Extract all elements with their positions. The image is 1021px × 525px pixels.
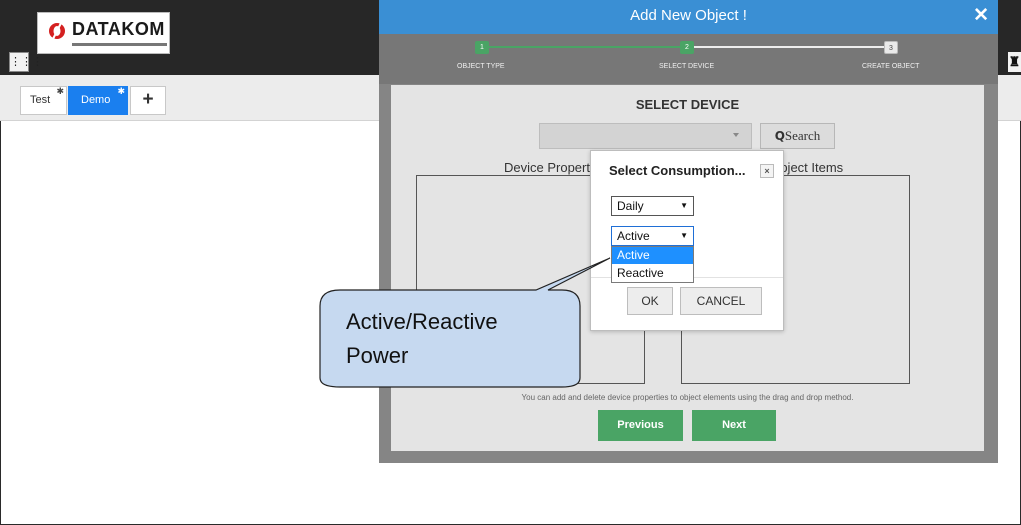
- step-3-marker: 3: [884, 41, 898, 54]
- step-connector: [694, 46, 890, 48]
- close-icon[interactable]: ×: [760, 164, 774, 178]
- previous-button[interactable]: Previous: [598, 410, 683, 441]
- ok-button[interactable]: OK: [627, 287, 673, 315]
- step-1-label: OBJECT TYPE: [457, 63, 505, 70]
- add-tab-button[interactable]: +: [130, 86, 166, 115]
- option-active[interactable]: Active: [612, 247, 693, 264]
- next-button[interactable]: Next: [692, 410, 776, 441]
- object-items-title: )bject Items: [776, 160, 844, 175]
- datakom-logo: DATAKOM: [37, 12, 170, 54]
- tab-test[interactable]: Test ✱: [20, 86, 67, 115]
- period-select[interactable]: Daily ▼: [611, 196, 694, 216]
- tab-label: Demo: [81, 94, 111, 106]
- step-2-marker: 2: [680, 41, 694, 54]
- user-icon[interactable]: ♜: [1008, 52, 1021, 72]
- consumption-type-options: Active Reactive: [611, 246, 694, 283]
- tab-demo[interactable]: Demo ✱: [68, 86, 128, 115]
- option-reactive[interactable]: Reactive: [612, 265, 693, 282]
- step-2-label: SELECT DEVICE: [659, 63, 715, 70]
- dialog-title: Select Consumption...: [609, 163, 746, 178]
- modal-header: Add New Object ! ✕: [379, 0, 998, 34]
- gear-icon[interactable]: ✱: [117, 85, 125, 97]
- chevron-down-icon: ▼: [680, 231, 688, 240]
- period-select-value: Daily: [617, 199, 644, 213]
- consumption-type-select[interactable]: Active ▼: [611, 226, 694, 246]
- section-title: SELECT DEVICE: [635, 97, 740, 112]
- step-connector: [487, 46, 687, 48]
- device-properties-title: Device Propert: [504, 160, 590, 175]
- step-3-label: CREATE OBJECT: [862, 63, 920, 70]
- wizard-steps: 1 2 3 OBJECT TYPE SELECT DEVICE CREATE O…: [379, 34, 998, 84]
- step-1-marker: 1: [475, 41, 489, 54]
- search-button[interactable]: QSearch: [760, 123, 835, 149]
- callout-line: Power: [346, 343, 409, 368]
- apps-grid-icon[interactable]: ⋮⋮⋮: [9, 52, 43, 72]
- device-select[interactable]: [539, 123, 752, 149]
- callout-line: Active/Reactive: [346, 309, 498, 334]
- chevron-down-icon: [733, 133, 739, 137]
- gear-icon[interactable]: ✱: [56, 85, 64, 97]
- consumption-type-value: Active: [617, 229, 650, 243]
- close-icon[interactable]: ✕: [973, 4, 989, 28]
- callout-text: Active/Reactive Power: [346, 305, 576, 373]
- logo-tagline: [72, 43, 167, 46]
- tab-label: Test: [30, 94, 51, 106]
- search-icon: Q: [774, 129, 785, 143]
- logo-mark-icon: [49, 22, 65, 40]
- chevron-down-icon: ▼: [680, 201, 688, 210]
- logo-text: DATAKOM: [72, 19, 165, 39]
- search-label: Search: [784, 128, 821, 143]
- drag-drop-hint: You can add and delete device properties…: [521, 393, 854, 402]
- cancel-button[interactable]: CANCEL: [680, 287, 762, 315]
- modal-title: Add New Object !: [630, 7, 747, 24]
